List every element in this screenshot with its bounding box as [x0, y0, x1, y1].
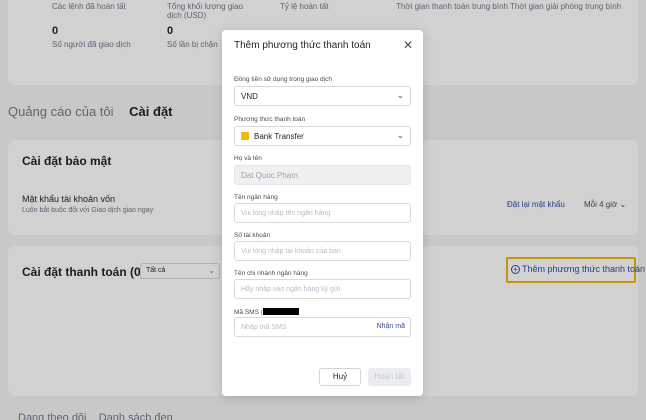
sms-code-label-text: Mã SMS (	[234, 309, 263, 316]
modal-title: Thêm phương thức thanh toán	[234, 40, 371, 51]
sms-code-input[interactable]: Nhập mã SMS Nhận mã	[234, 317, 411, 337]
bank-transfer-icon	[241, 132, 249, 140]
redacted-phone	[262, 308, 299, 315]
chevron-down-icon: ⌄	[396, 130, 404, 140]
account-number-label: Số tài khoản	[234, 232, 271, 239]
add-payment-method-modal: Thêm phương thức thanh toán ✕ Đồng tiền …	[222, 30, 423, 396]
cancel-button[interactable]: Huỷ	[319, 368, 361, 386]
account-number-input[interactable]: Vui lòng nhập tài khoản của bạn	[234, 241, 411, 261]
bank-name-placeholder: Vui lòng nhập tên ngân hàng	[241, 210, 331, 217]
full-name-field: Dat Quoc Pham	[234, 165, 411, 185]
branch-name-input[interactable]: Hãy nhập vào ngân hàng kỳ gửi	[234, 279, 411, 299]
chevron-down-icon: ⌄	[396, 90, 404, 100]
branch-name-label: Tên chi nhánh ngân hàng	[234, 270, 308, 277]
payment-method-select[interactable]: Bank Transfer ⌄	[234, 126, 411, 146]
sms-code-placeholder: Nhập mã SMS	[241, 324, 287, 331]
currency-select[interactable]: VND ⌄	[234, 86, 411, 106]
full-name-value: Dat Quoc Pham	[241, 171, 298, 180]
payment-method-value: Bank Transfer	[254, 132, 304, 141]
currency-value: VND	[241, 92, 258, 101]
close-icon[interactable]: ✕	[403, 38, 413, 52]
get-sms-code-button[interactable]: Nhận mã	[377, 323, 405, 330]
payment-method-label: Phương thức thanh toán	[234, 116, 306, 123]
confirm-button[interactable]: Hoàn tất	[368, 368, 411, 386]
bank-name-input[interactable]: Vui lòng nhập tên ngân hàng	[234, 203, 411, 223]
full-name-label: Họ và tên	[234, 155, 262, 162]
account-number-placeholder: Vui lòng nhập tài khoản của bạn	[241, 248, 341, 255]
sms-code-label: Mã SMS (	[234, 308, 299, 316]
bank-name-label: Tên ngân hàng	[234, 194, 278, 201]
currency-label: Đồng tiền sử dụng trong giao dịch	[234, 76, 332, 83]
branch-name-placeholder: Hãy nhập vào ngân hàng kỳ gửi	[241, 286, 341, 293]
